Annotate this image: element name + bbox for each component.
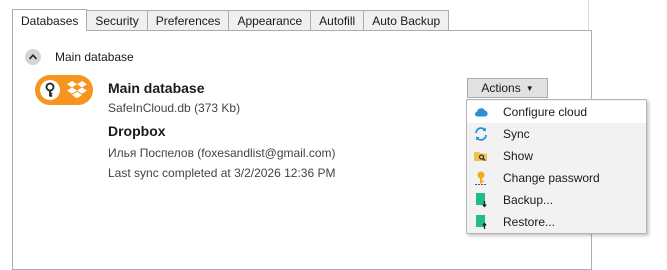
menu-item-configure-cloud[interactable]: Configure cloud [467,101,646,123]
tab-autofill[interactable]: Autofill [310,10,365,30]
account-info: Илья Поспелов (foxesandlist@gmail.com) [108,146,336,160]
menu-item-sync[interactable]: Sync [467,123,646,145]
menu-item-restore[interactable]: Restore... [467,211,646,233]
tab-databases[interactable]: Databases [12,9,88,31]
tab-preferences[interactable]: Preferences [146,10,230,30]
menu-item-label: Backup... [503,193,554,207]
restore-icon [476,215,487,229]
menu-item-show[interactable]: Show [467,145,646,167]
section-title: Main database [55,50,134,64]
cloud-provider: Dropbox [108,123,166,139]
safeincloud-key-icon [40,80,60,100]
chevron-up-icon [29,54,37,60]
tab-security[interactable]: Security [86,10,148,30]
caret-down-icon: ▼ [525,83,534,93]
tab-bar: Databases Security Preferences Appearanc… [12,9,450,31]
actions-menu: Configure cloud Sync Show Change passwor… [466,99,647,234]
database-name: Main database [108,80,205,96]
sync-icon [475,127,487,141]
folder-search-icon [474,152,487,161]
menu-item-label: Show [503,149,534,163]
collapse-section-button[interactable] [25,49,41,65]
tab-auto-backup[interactable]: Auto Backup [363,10,450,30]
backup-icon [476,193,487,208]
dropbox-icon [67,81,87,99]
actions-label: Actions [481,81,521,95]
menu-item-label: Change password [503,171,600,185]
menu-item-label: Configure cloud [503,105,588,119]
tab-appearance[interactable]: Appearance [228,10,312,30]
last-sync-status: Last sync completed at 3/2/2026 12:36 PM [108,166,336,180]
menu-item-change-password[interactable]: Change password [467,167,646,189]
cloud-icon [475,108,488,117]
key-icon [475,171,487,185]
database-file: SafeInCloud.db (373 Kb) [108,101,241,115]
menu-item-label: Sync [503,127,530,141]
database-logo [35,75,93,105]
menu-item-label: Restore... [503,215,556,229]
menu-item-backup[interactable]: Backup... [467,189,646,211]
actions-button[interactable]: Actions ▼ [467,78,548,98]
